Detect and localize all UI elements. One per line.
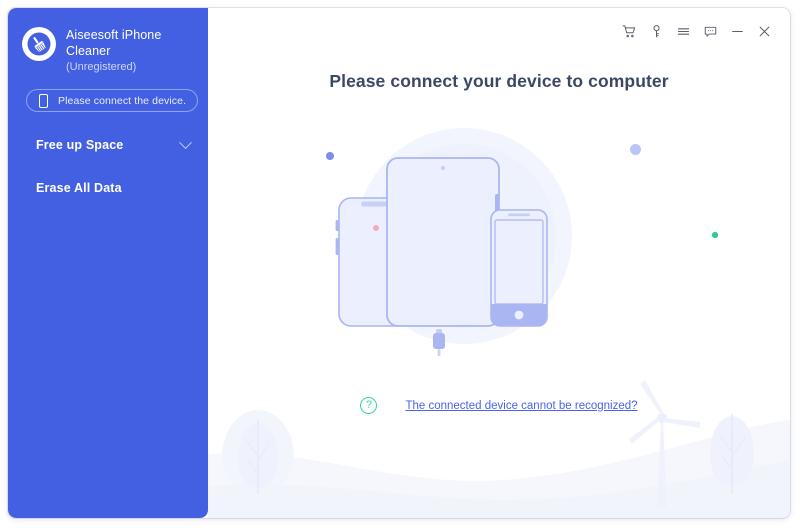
tree-left	[222, 410, 294, 494]
brand-name: Aiseesoft iPhone Cleaner	[66, 28, 162, 58]
devices-illustration	[335, 157, 548, 356]
titlebar-controls	[616, 18, 778, 45]
cart-icon[interactable]	[616, 18, 643, 45]
phone-icon	[39, 93, 48, 108]
brand-text: Aiseesoft iPhone Cleaner (Unregistered)	[66, 26, 186, 74]
minimize-icon[interactable]	[724, 18, 751, 45]
ipad-icon	[386, 157, 500, 327]
sidebar-item-erase-all-data[interactable]: Erase All Data	[8, 171, 208, 205]
broom-cleaner-icon	[22, 27, 56, 61]
menu-icon[interactable]	[670, 18, 697, 45]
main-content: Please connect your device to computer ?…	[208, 8, 790, 518]
app-window: Aiseesoft iPhone Cleaner (Unregistered) …	[8, 8, 790, 518]
sidebar-item-label: Erase All Data	[36, 181, 122, 195]
decor-dot-pink	[373, 225, 379, 231]
page-title: Please connect your device to computer	[329, 71, 669, 91]
question-circle-icon[interactable]: ?	[360, 397, 378, 414]
chevron-down-icon	[179, 135, 192, 149]
decor-dot-blue	[630, 144, 641, 155]
chat-icon[interactable]	[697, 18, 724, 45]
sidebar-item-free-up-space[interactable]: Free up Space	[8, 128, 208, 162]
help-row: ? The connected device cannot be recogni…	[208, 397, 790, 414]
sidebar-item-label: Free up Space	[36, 138, 124, 152]
decor-dot-violet	[326, 152, 334, 160]
decor-dot-green	[712, 232, 718, 238]
connect-device-label: Please connect the device.	[58, 94, 187, 107]
brand-registration: (Unregistered)	[66, 61, 137, 73]
hills	[208, 420, 790, 518]
close-icon[interactable]	[751, 18, 778, 45]
sidebar: Aiseesoft iPhone Cleaner (Unregistered) …	[8, 8, 208, 518]
tree-right	[710, 414, 754, 494]
key-icon[interactable]	[643, 18, 670, 45]
lightning-connector-icon	[433, 329, 445, 356]
brand: Aiseesoft iPhone Cleaner (Unregistered)	[22, 26, 186, 74]
iphone-home-icon	[490, 209, 548, 327]
device-not-recognized-link[interactable]: The connected device cannot be recognize…	[405, 400, 637, 412]
connect-device-button[interactable]: Please connect the device.	[26, 89, 198, 112]
